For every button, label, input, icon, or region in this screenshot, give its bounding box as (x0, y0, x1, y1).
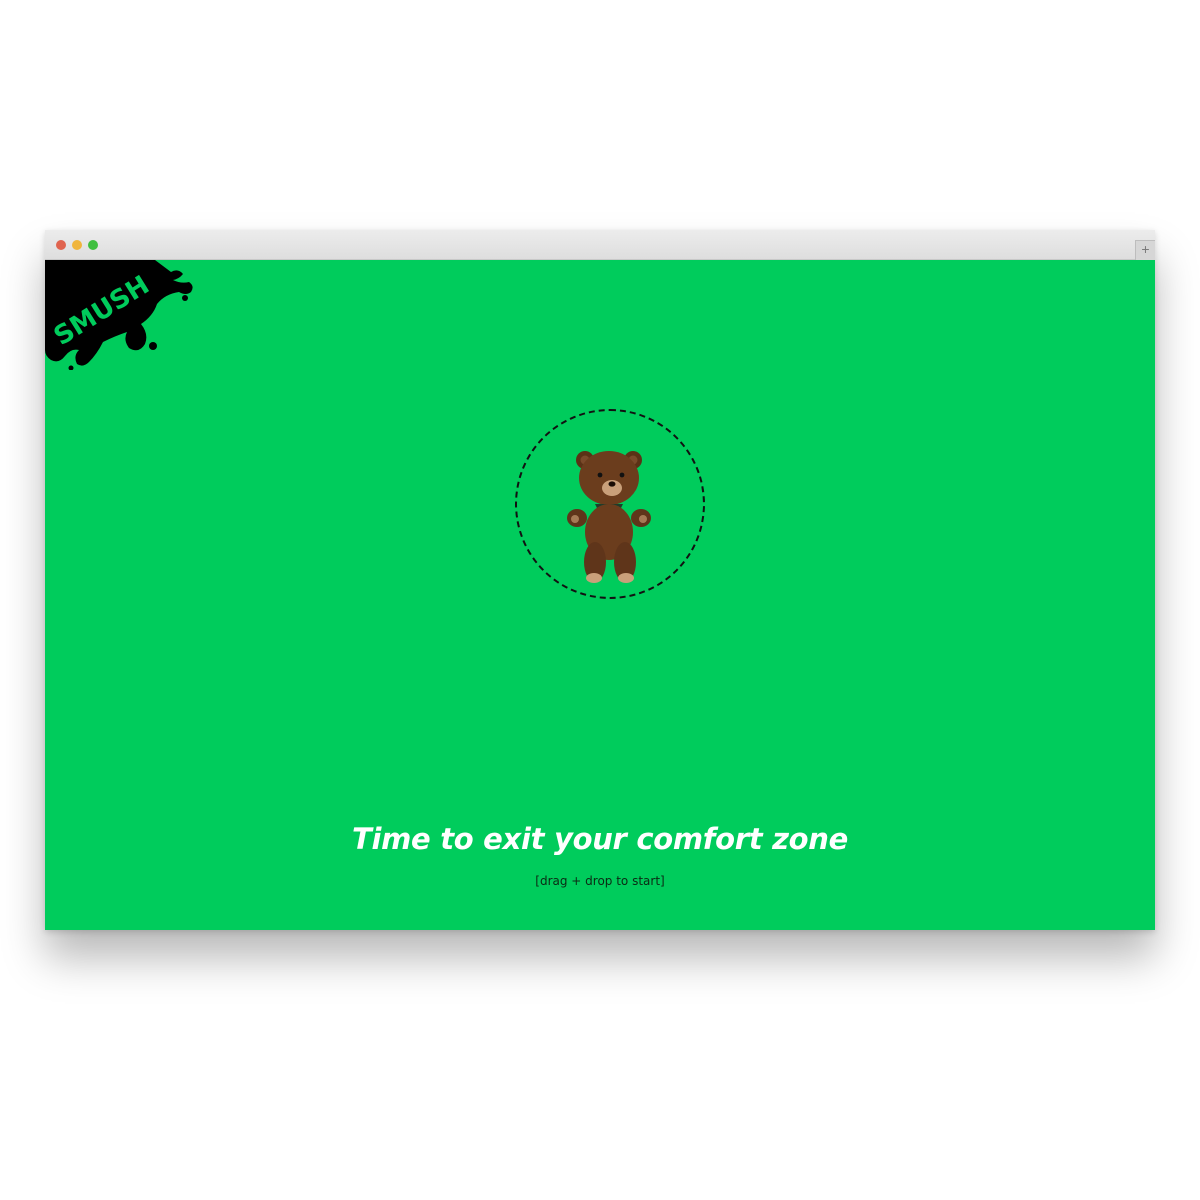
drag-drop-hint: [drag + drop to start] (535, 874, 665, 888)
headline: Time to exit your comfort zone (352, 822, 848, 856)
minimize-window-button[interactable] (72, 240, 82, 250)
splat-logo-icon: SMUSH (45, 260, 193, 371)
browser-window: + SMUSH Time to exit your comfort zone [… (45, 230, 1155, 930)
page-viewport: SMUSH Time to exit your comfort zone [dr… (45, 260, 1155, 930)
smush-logo[interactable]: SMUSH (45, 260, 195, 371)
window-titlebar: + (45, 230, 1155, 260)
teddy-bear-draggable[interactable] (567, 444, 651, 584)
maximize-window-button[interactable] (88, 240, 98, 250)
close-window-button[interactable] (56, 240, 66, 250)
new-tab-button[interactable]: + (1135, 240, 1155, 260)
